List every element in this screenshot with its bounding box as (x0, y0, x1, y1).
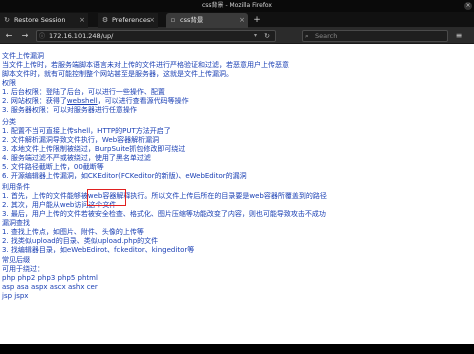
section-title: 文件上传漏洞 (2, 52, 44, 60)
close-window-icon[interactable]: × (464, 2, 472, 10)
back-icon[interactable]: ← (4, 31, 14, 41)
text-line: 6. 开源编辑器上传漏洞，如CKEditor(FCKeditor的新版)、eWe… (2, 172, 247, 180)
tab-bar: ↻ Restore Session × ⚙ Preferences × ▫ cs… (0, 12, 474, 28)
extension-list: php php2 php3 php5 phtml (2, 274, 98, 282)
text-line: 3. 最后，用户上传的文件若被安全检查、格式化、图片压缩等功能改变了内容，则也可… (2, 210, 326, 218)
section-heading: 分类 (2, 118, 16, 126)
section-heading: 常见后缀 (2, 256, 30, 264)
section-heading: 漏洞查找 (2, 219, 30, 227)
page-content: 文件上传漏洞 当文件上传时，若服务端脚本语言未对上传的文件进行严格验证和过滤，若… (0, 44, 474, 344)
close-tab-icon[interactable]: × (239, 13, 245, 28)
window-title: css背景 - Mozilla Firefox (202, 2, 272, 9)
chevron-down-icon[interactable]: ▾ (254, 31, 257, 41)
page-icon: ▫ (170, 16, 176, 24)
bottom-strip (0, 344, 474, 354)
new-tab-button[interactable]: + (250, 13, 264, 28)
menu-icon[interactable]: ≡ (454, 31, 464, 41)
text-line: 可用于绕过： (2, 265, 44, 273)
highlight-box (87, 189, 126, 206)
extension-list: asp asa aspx ascx ashx cer (2, 283, 98, 291)
tab-label: css背景 (180, 16, 204, 24)
forward-icon[interactable]: → (20, 31, 30, 41)
navigation-toolbar: ← → ⓘ 172.16.101.248/up/ ▾ ↻ ⌕ Search ≡ (0, 28, 474, 44)
info-icon[interactable]: ⓘ (39, 32, 45, 42)
tab-preferences[interactable]: ⚙ Preferences × (98, 13, 158, 28)
search-icon: ⌕ (305, 32, 309, 40)
text-line: 3. 找编辑器目录，如eWebEdirot、fckeditor、kingedit… (2, 246, 195, 254)
tab-restore-session[interactable]: ↻ Restore Session × (0, 13, 88, 28)
url-text: 172.16.101.248/up/ (49, 32, 114, 40)
section-heading: 权限 (2, 79, 16, 87)
extension-list: jsp jspx (2, 292, 29, 300)
close-tab-icon[interactable]: × (149, 13, 155, 28)
close-tab-icon[interactable]: × (79, 13, 85, 28)
text-segment: 2. 网站权限：获得了 (2, 97, 67, 105)
text-line: 3. 服务器权限：可以对服务器进行任意操作 (2, 106, 137, 114)
gear-icon: ⚙ (101, 16, 109, 24)
text-line: 5. 文件路径截断上传，00截断等 (2, 163, 104, 171)
text-line: 1. 配置不当可直接上传shell，HTTP的PUT方法开启了 (2, 127, 171, 135)
text-segment: ，可以进行查看源代码等操作 (97, 97, 189, 105)
text-line: 2. 找类似upload的目录、类似upload.php的文件 (2, 237, 159, 245)
webshell-link[interactable]: webshell (67, 97, 98, 105)
tab-label: Restore Session (14, 16, 66, 24)
text-line: 2. 网站权限：获得了webshell，可以进行查看源代码等操作 (2, 97, 189, 106)
restore-icon: ↻ (4, 16, 10, 24)
text-line: 1. 首先，上传的文件能够被web容器解释执行。所以文件上传后所在的目录要是we… (2, 192, 327, 200)
text-line: 1. 后台权限：登陆了后台，可以进行一些操作、配置 (2, 88, 165, 96)
text-line: 脚本文件时，就有可能控制整个网站甚至是服务器，这就是文件上传漏洞。 (2, 70, 233, 78)
search-input[interactable]: ⌕ Search (302, 30, 448, 42)
url-bar[interactable]: ⓘ 172.16.101.248/up/ ▾ ↻ (36, 30, 276, 42)
tab-label: Preferences (112, 16, 151, 24)
text-line: 3. 本地文件上传限制被绕过，BurpSuite抓包修改即可绕过 (2, 145, 186, 153)
reload-icon[interactable]: ↻ (264, 31, 270, 41)
text-line: 2. 文件解析漏洞导致文件执行，Web容器解析漏洞 (2, 136, 160, 144)
text-line: 1. 查找上传点，如图片、附件、头像的上传等 (2, 228, 144, 236)
text-line: 当文件上传时，若服务端脚本语言未对上传的文件进行严格验证和过滤，若恶意用户上传恶… (2, 61, 289, 69)
text-line: 4. 服务端过滤不严或被绕过，使用了黑名单过滤 (2, 154, 151, 162)
window-titlebar: css背景 - Mozilla Firefox × (0, 0, 474, 12)
search-placeholder: Search (315, 32, 338, 40)
tab-css-background[interactable]: ▫ css背景 × (166, 13, 248, 28)
section-heading: 利用条件 (2, 183, 30, 191)
